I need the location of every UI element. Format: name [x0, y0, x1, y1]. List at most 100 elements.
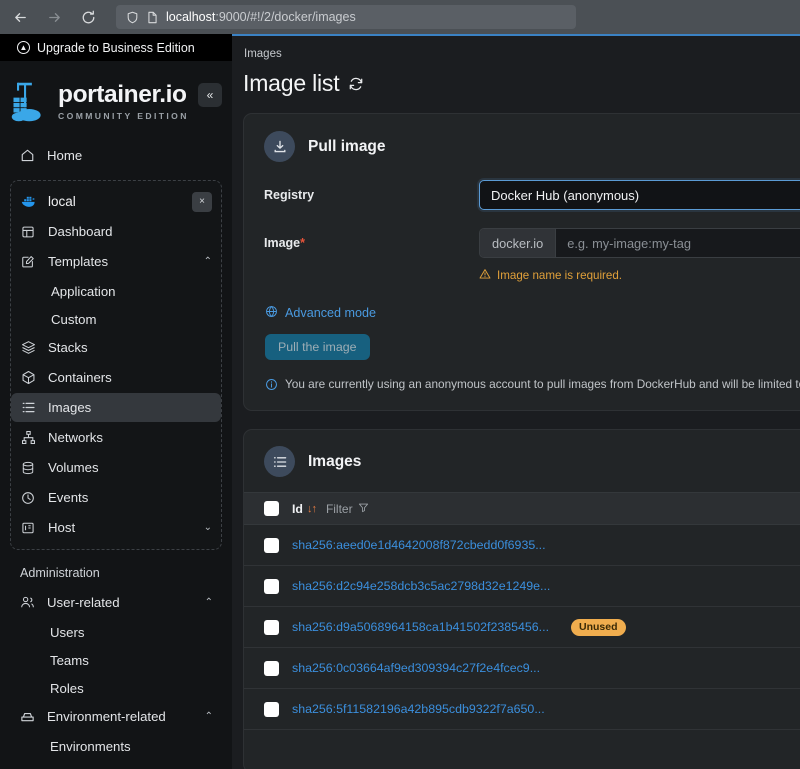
containers-icon [20, 370, 36, 386]
registry-select[interactable]: Docker Hub (anonymous) [479, 180, 800, 210]
portainer-logo-icon [11, 82, 41, 122]
sort-arrows-icon: ↓↑ [306, 502, 317, 515]
forward-button[interactable] [42, 5, 66, 29]
reload-button[interactable] [76, 5, 100, 29]
upgrade-label: Upgrade to Business Edition [37, 40, 195, 55]
filter-control[interactable]: Filter [326, 502, 369, 516]
brand-header: portainer.io COMMUNITY EDITION « [0, 61, 232, 141]
sidebar-item-environments[interactable]: Environments [10, 732, 222, 760]
chevron-up-icon: ⌃ [204, 711, 213, 722]
sidebar-item-containers[interactable]: Containers [11, 363, 221, 392]
sidebar-item-dashboard[interactable]: Dashboard [11, 217, 221, 246]
image-label: Image* [264, 236, 479, 250]
images-table-card: Images Id ↓↑ Filter sha256:aeed0e1d46420… [243, 429, 800, 769]
url-bar[interactable]: localhost:9000/#!/2/docker/images [116, 5, 576, 29]
images-table-header: Images [244, 430, 800, 492]
home-icon [19, 148, 35, 164]
sidebar-item-events[interactable]: Events [11, 483, 221, 512]
stacks-icon [20, 340, 36, 356]
brand-name: portainer.io [58, 80, 187, 108]
image-error-text: Image name is required. [497, 269, 623, 282]
pull-the-image-button[interactable]: Pull the image [265, 334, 370, 360]
globe-icon [265, 305, 278, 321]
sidebar-item-label: Events [48, 490, 89, 505]
image-registry-prefix: docker.io [480, 229, 557, 257]
sidebar-item-templates[interactable]: Templates ⌃ [11, 247, 221, 276]
sidebar-item-volumes[interactable]: Volumes [11, 453, 221, 482]
sidebar-item-application[interactable]: Application [11, 277, 221, 305]
chevron-down-icon: ⌄ [203, 522, 212, 533]
back-button[interactable] [8, 5, 32, 29]
sidebar-item-stacks[interactable]: Stacks [11, 333, 221, 362]
page-icon [146, 11, 159, 24]
funnel-icon [358, 502, 369, 516]
events-icon [20, 490, 36, 506]
sidebar-item-label: Application [51, 283, 116, 299]
status-badge: Unused [571, 618, 626, 636]
arrow-up-circle-icon: ▲ [17, 41, 30, 54]
image-id-link[interactable]: sha256:5f11582196a42b895cdb9322f7a650... [292, 702, 545, 716]
chevron-up-icon: ⌃ [203, 256, 212, 267]
networks-icon [20, 430, 36, 446]
sidebar-item-images[interactable]: Images [11, 393, 221, 422]
url-text: localhost:9000/#!/2/docker/images [166, 10, 356, 24]
brand-edition: COMMUNITY EDITION [58, 111, 189, 122]
sidebar-item-label: Networks [48, 430, 103, 445]
table-row[interactable]: sha256:5f11582196a42b895cdb9322f7a650... [244, 689, 800, 730]
sidebar-item-label: Home [47, 148, 83, 163]
required-mark: * [300, 236, 306, 250]
environment-name: local [48, 194, 76, 209]
images-table-title: Images [308, 452, 362, 470]
column-header-id[interactable]: Id ↓↑ Filter [292, 502, 369, 516]
environment-close-button[interactable]: × [192, 191, 212, 212]
sidebar-item-users[interactable]: Users [10, 618, 222, 646]
registry-label: Registry [264, 188, 315, 202]
chevron-up-icon: ⌃ [204, 597, 213, 608]
row-checkbox[interactable] [264, 578, 279, 594]
volumes-icon [20, 460, 36, 476]
image-id-link[interactable]: sha256:0c03664af9ed309394c27f2e4fcec9... [292, 661, 540, 675]
sidebar-item-host[interactable]: Host ⌄ [11, 513, 221, 542]
pull-image-card: Pull image Registry Docker Hub (anonymou… [243, 113, 800, 411]
image-row: Image* docker.io e.g. my-image:my-tag [244, 226, 800, 260]
sidebar-item-roles[interactable]: Roles [10, 674, 222, 702]
table-row[interactable]: sha256:aeed0e1d4642008f872cbedd0f6935... [244, 525, 800, 566]
sidebar-item-label: Images [48, 400, 92, 415]
images-icon [20, 400, 36, 416]
upgrade-banner[interactable]: ▲ Upgrade to Business Edition [0, 34, 232, 61]
table-row[interactable]: sha256:0c03664af9ed309394c27f2e4fcec9... [244, 648, 800, 689]
select-all-checkbox[interactable] [264, 501, 279, 516]
sidebar-item-groups[interactable]: Groups [10, 760, 222, 769]
row-checkbox[interactable] [264, 660, 279, 676]
sidebar-item-environment-related[interactable]: Environment-related ⌃ [10, 702, 222, 731]
registry-selected-value: Docker Hub (anonymous) [491, 187, 640, 203]
sidebar: ▲ Upgrade to Business Edition portainer.… [0, 34, 232, 769]
image-name-input[interactable]: e.g. my-image:my-tag [556, 229, 800, 257]
environment-header[interactable]: local × [11, 186, 221, 217]
sidebar-item-user-related[interactable]: User-related ⌃ [10, 588, 222, 617]
sidebar-item-custom[interactable]: Custom [11, 305, 221, 333]
table-row[interactable]: sha256:d9a5068964158ca1b41502f2385456...… [244, 607, 800, 648]
image-input-group[interactable]: docker.io e.g. my-image:my-tag [479, 228, 800, 258]
row-checkbox[interactable] [264, 537, 279, 553]
advanced-mode-label: Advanced mode [285, 306, 377, 320]
sidebar-collapse-button[interactable]: « [198, 83, 222, 107]
sidebar-item-networks[interactable]: Networks [11, 423, 221, 452]
image-id-link[interactable]: sha256:aeed0e1d4642008f872cbedd0f6935... [292, 538, 546, 552]
image-label-text: Image [264, 236, 301, 250]
sidebar-item-label: Environment-related [47, 709, 166, 724]
table-row[interactable]: sha256:d2c94e258dcb3c5ac2798d32e1249e... [244, 566, 800, 607]
image-id-link[interactable]: sha256:d2c94e258dcb3c5ac2798d32e1249e... [292, 579, 550, 593]
advanced-mode-toggle[interactable]: Advanced mode [244, 283, 800, 321]
sidebar-item-home[interactable]: Home [10, 141, 222, 170]
list-icon [264, 446, 295, 477]
browser-toolbar: localhost:9000/#!/2/docker/images [0, 0, 800, 34]
refresh-icon[interactable] [348, 76, 364, 92]
sidebar-item-label: Users [50, 624, 85, 640]
sidebar-item-teams[interactable]: Teams [10, 646, 222, 674]
sidebar-item-label: Host [48, 520, 76, 535]
row-checkbox[interactable] [264, 701, 279, 717]
host-icon [20, 520, 36, 536]
row-checkbox[interactable] [264, 619, 279, 635]
image-id-link[interactable]: sha256:d9a5068964158ca1b41502f2385456... [292, 620, 549, 634]
